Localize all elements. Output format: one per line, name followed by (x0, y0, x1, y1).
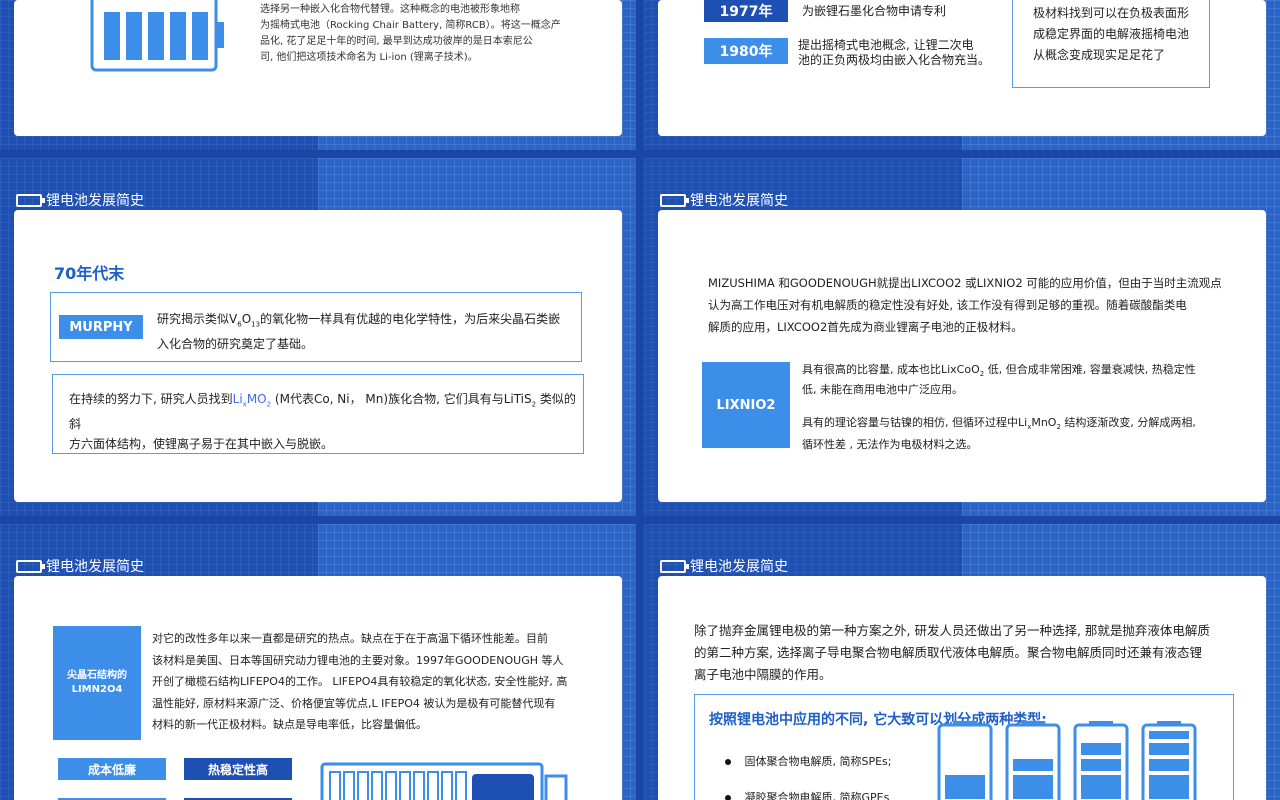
slide-5: 锂电池发展简史 尖晶石结构的 LIMN2O4 对它的改性多年以来一直都是研究的热… (0, 524, 636, 800)
slide-title: 锂电池发展简史 (16, 190, 144, 210)
slide-6: 锂电池发展简史 除了抛弃金属锂电极的第一种方案之外, 研发人员还做出了另一种选择… (644, 524, 1280, 800)
bullet-icon (725, 795, 731, 800)
text-line: 为摇椅式电池（Rocking Chair Battery, 简称RCB）。将这一… (260, 20, 561, 31)
text-line: 对它的改性多年以来一直都是研究的热点。缺点在于在于高温下循环性能差。目前 (152, 632, 548, 645)
slide-4-card: MIZUSHIMA 和GOODENOUGH就提出LIXCOO2 或LIXNIO2… (658, 210, 1266, 502)
slide-3: 锂电池发展简史 70年代末 MURPHY 研究揭示类似V6O13的氧化物一样具有… (0, 158, 636, 516)
text-line: 解质的应用，LIXCOO2首先成为商业锂离子电池的正极材料。 (708, 320, 1023, 334)
limo-box: 在持续的努力下, 研究人员找到LixMO2 (M代表Co, Ni， Mn)族化合… (52, 374, 584, 454)
text-line: 从概念变成现实足足花了 (1033, 48, 1166, 62)
text-line: 离子电池中隔膜的作用。 (694, 667, 832, 682)
slide-2-box-text: 极材料找到可以在负极表面形 成稳定界面的电解液摇椅电池 从概念变成现实足足花了 (1033, 3, 1189, 66)
lixnio2-text-2: 具有的理论容量与钴镍的相仿, 但循环过程中LixMnO2 结构逐渐改变, 分解成… (802, 414, 1242, 454)
slide-2-box: 极材料找到可以在负极表面形 成稳定界面的电解液摇椅电池 从概念变成现实足足花了 (1012, 0, 1210, 88)
text-line: 具有很高的比容量, 成本也比LixCoO2 低, 但合成非常困难, 容量衰减快,… (802, 363, 1196, 379)
text-line: 具有的理论容量与钴镍的相仿, 但循环过程中LixMnO2 结构逐渐改变, 分解成… (802, 416, 1196, 432)
slide-1: 选择另一种嵌入化合物代替锂。这种概念的电池被形象地称 为摇椅式电池（Rockin… (0, 0, 636, 150)
limn2o4-text: 对它的改性多年以来一直都是研究的热点。缺点在于在于高温下循环性能差。目前 该材料… (152, 628, 602, 736)
text-line: 司, 他们把这项技术命名为 Li-ion (锂离子技术)。 (260, 52, 478, 63)
limn2o4-tag: 尖晶石结构的 LIMN2O4 (53, 626, 141, 740)
slide-2-card: 1977年 为嵌锂石墨化合物申请专利 1980年 提出摇椅式电池概念, 让锂二次… (658, 0, 1266, 136)
thermal-stability-badge: 热稳定性高 (184, 758, 292, 780)
text-line: 在持续的努力下, 研究人员找到LixMO2 (M代表Co, Ni， Mn)族化合… (69, 392, 576, 432)
text-line: 材料的新一代正极材料。缺点是导电率低，比容量偏低。 (152, 718, 427, 731)
types-box: 按照锂电池中应用的不同, 它大致可以划分成两种类型: 固体聚合物电解质, 简称S… (694, 694, 1234, 800)
battery-mini-icon (16, 559, 45, 573)
text-line: MIZUSHIMA 和GOODENOUGH就提出LIXCOO2 或LIXNIO2… (708, 276, 1222, 290)
text-line: 开创了橄榄石结构LIFEPO4的工作。 LIFEPO4具有较稳定的氧化状态, 安… (152, 675, 568, 688)
tag-line: LIMN2O4 (71, 684, 123, 695)
slide-6-card: 除了抛弃金属锂电极的第一种方案之外, 研发人员还做出了另一种选择, 那就是抛弃液… (658, 576, 1266, 800)
slide-1-card: 选择另一种嵌入化合物代替锂。这种概念的电池被形象地称 为摇椅式电池（Rockin… (14, 0, 622, 136)
year-1980-tag: 1980年 (704, 38, 788, 64)
text-line: 的第二种方案, 选择离子导电聚合物电解质取代液体电解质。聚合物电解质同时还兼有液… (694, 645, 1202, 660)
heading: 70年代末 (54, 264, 125, 283)
text-line: 温性能好, 原材料来源广泛、价格便宜等优点,L IFEPO4 被认为是极有可能替… (152, 696, 556, 710)
text-line: 认为高工作电压对有机电解质的稳定性没有好处, 该工作没有得到足够的重视。随着碳酸… (708, 298, 1187, 312)
limo-text: 在持续的努力下, 研究人员找到LixMO2 (M代表Co, Ni， Mn)族化合… (69, 389, 579, 454)
lixnio2-text-1: 具有很高的比容量, 成本也比LixCoO2 低, 但合成非常困难, 容量衰减快,… (802, 362, 1242, 397)
murphy-text: 研究揭示类似V6O13的氧化物一样具有优越的电化学特性，为后来尖晶石类嵌 入化合… (157, 309, 577, 354)
text-line: 池的正负两极均由嵌入化合物充当。 (798, 53, 991, 67)
text-line: 提出摇椅式电池概念, 让锂二次电 (798, 38, 974, 52)
slide-title: 锂电池发展简史 (660, 556, 788, 576)
types-list-item: 固体聚合物电解质, 简称SPEs; (725, 753, 892, 769)
slide-5-card: 尖晶石结构的 LIMN2O4 对它的改性多年以来一直都是研究的热点。缺点在于在于… (14, 576, 622, 800)
text-line: 研究揭示类似V6O13的氧化物一样具有优越的电化学特性，为后来尖晶石类嵌 (157, 312, 561, 329)
year-1977-tag: 1977年 (704, 0, 788, 22)
text-line: 除了抛弃金属锂电极的第一种方案之外, 研发人员还做出了另一种选择, 那就是抛弃液… (694, 623, 1210, 638)
battery-mini-icon (660, 559, 689, 573)
bullet-icon (725, 759, 731, 765)
text-line: 循环性差 , 无法作为电极材料之选。 (802, 438, 978, 452)
text-line: 低, 未能在商用电池中广泛应用。 (802, 383, 963, 397)
slide-title-text: 锂电池发展简史 (690, 559, 788, 575)
battery-levels-icon (937, 721, 1197, 800)
text-line: 入化合物的研究奠定了基础。 (157, 337, 314, 352)
text-line: 方六面体结构，使锂离子易于在其中嵌入与脱嵌。 (69, 437, 334, 452)
battery-icon (90, 0, 224, 72)
text-line: 品化, 花了足足十年的时间, 最早到达成功彼岸的是日本索尼公 (260, 36, 533, 47)
text-line: 成稳定界面的电解液摇椅电池 (1033, 27, 1190, 41)
tag-line: 尖晶石结构的 (67, 670, 127, 681)
slide-4-paragraph: MIZUSHIMA 和GOODENOUGH就提出LIXCOO2 或LIXNIO2… (708, 272, 1248, 338)
slide-title: 锂电池发展简史 (16, 556, 144, 576)
murphy-box: MURPHY 研究揭示类似V6O13的氧化物一样具有优越的电化学特性，为后来尖晶… (50, 292, 582, 362)
slide-4: 锂电池发展简史 MIZUSHIMA 和GOODENOUGH就提出LIXCOO2 … (644, 158, 1280, 516)
text-line: 该材料是美国、日本等国研究动力锂电池的主要对象。1997年GOODENOUGH … (152, 653, 564, 667)
battery-pack-icon (320, 762, 568, 800)
lixnio2-tag: LIXNIO2 (702, 362, 790, 448)
types-list-item: 凝胶聚合物电解质, 简称GPEs (725, 789, 889, 800)
year-1977-text: 为嵌锂石墨化合物申请专利 (802, 4, 947, 18)
slide-title-text: 锂电池发展简史 (46, 193, 144, 209)
text-line: 极材料找到可以在负极表面形 (1033, 6, 1190, 20)
slide-6-paragraph: 除了抛弃金属锂电极的第一种方案之外, 研发人员还做出了另一种选择, 那就是抛弃液… (694, 620, 1254, 686)
slide-1-text: 选择另一种嵌入化合物代替锂。这种概念的电池被形象地称 为摇椅式电池（Rockin… (260, 2, 600, 66)
slide-title-text: 锂电池发展简史 (690, 193, 788, 209)
slide-title-text: 锂电池发展简史 (46, 559, 144, 575)
slide-3-card: 70年代末 MURPHY 研究揭示类似V6O13的氧化物一样具有优越的电化学特性… (14, 210, 622, 502)
slide-title: 锂电池发展简史 (660, 190, 788, 210)
battery-mini-icon (16, 193, 45, 207)
low-cost-badge: 成本低廉 (58, 758, 166, 780)
slide-2: 1977年 为嵌锂石墨化合物申请专利 1980年 提出摇椅式电池概念, 让锂二次… (644, 0, 1280, 150)
battery-mini-icon (660, 193, 689, 207)
text-line: 选择另一种嵌入化合物代替锂。这种概念的电池被形象地称 (260, 4, 520, 15)
year-1980-text: 提出摇椅式电池概念, 让锂二次电 池的正负两极均由嵌入化合物充当。 (798, 38, 990, 68)
murphy-tag: MURPHY (59, 315, 143, 339)
